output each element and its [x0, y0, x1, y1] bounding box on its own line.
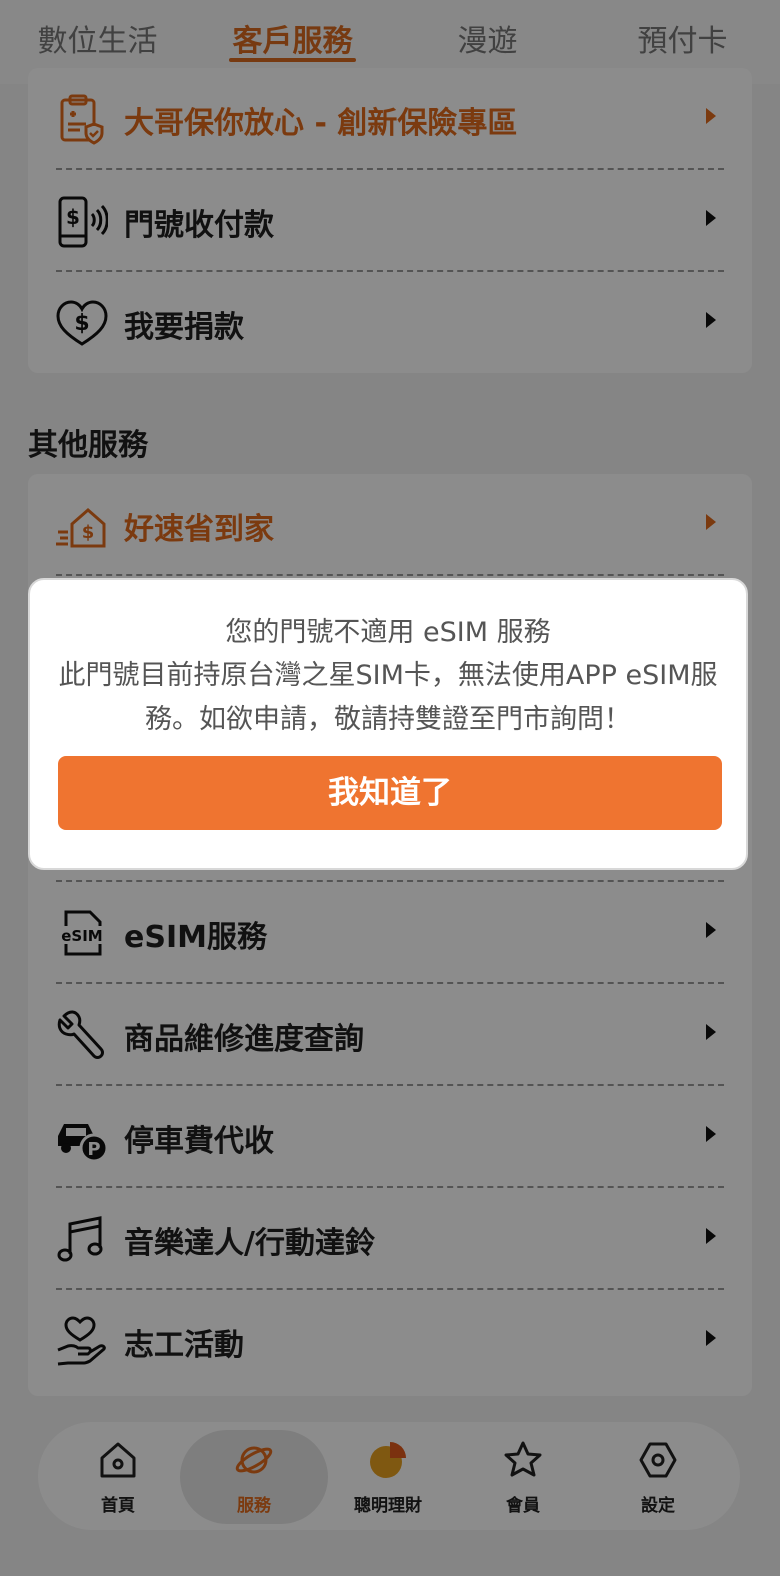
esim-unavailable-dialog: 您的門號不適用 eSIM 服務 此門號目前持原台灣之星SIM卡，無法使用APP …: [28, 578, 748, 870]
dialog-title: 您的門號不適用 eSIM 服務: [225, 617, 551, 648]
dialog-message: 此門號目前持原台灣之星SIM卡，無法使用APP eSIM服務。如欲申請，敬請持雙…: [58, 660, 718, 735]
acknowledge-button[interactable]: 我知道了: [58, 756, 722, 830]
